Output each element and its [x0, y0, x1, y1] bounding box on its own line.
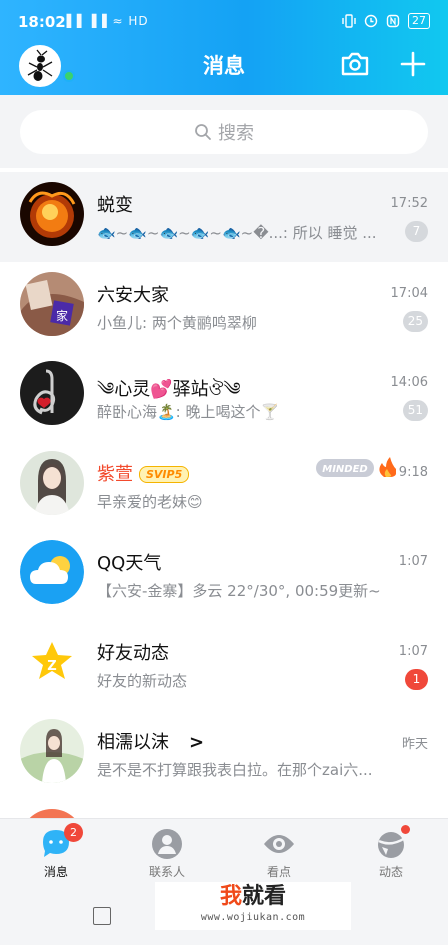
tab-label: 联系人: [148, 865, 185, 879]
conversation-row[interactable]: 紫萱 SVIP5 MINDED 早亲爱的老妹😊 9:18: [0, 440, 448, 530]
conversation-name: 好友动态: [97, 642, 169, 664]
camera-icon: [341, 52, 369, 76]
friends-feed-star-icon: Z: [32, 641, 72, 679]
vip-contact-name: 紫萱: [97, 463, 133, 485]
contact-avatar: [20, 540, 84, 604]
nfc-icon: [386, 14, 400, 28]
tab-label: 看点: [266, 865, 291, 879]
conversation-preview: 早亲爱的老妹😊: [97, 492, 203, 511]
conversation-row[interactable]: Z 好友动态 好友的新动态 1:07 1: [0, 619, 448, 709]
unread-badge: 7: [405, 221, 428, 242]
chevron-right-icon: >: [189, 732, 205, 753]
unread-badge: 51: [402, 400, 428, 421]
signal-icon: ▐▐ ▐▐ ≈ HD: [62, 14, 149, 28]
conversation-name: QQ天气: [97, 553, 162, 574]
conversation-row[interactable]: [0, 798, 448, 818]
group-avatar-icon: 家: [20, 271, 84, 336]
battery-indicator: 27: [408, 13, 430, 29]
conversation-preview: 好友的新动态: [97, 671, 188, 690]
conversation-preview: 【六安-金寨】多云 22°/30°, 00:59更新~: [97, 582, 381, 600]
tab-feed[interactable]: 动态: [356, 823, 426, 881]
svg-text:家: 家: [56, 308, 68, 323]
camera-button[interactable]: [340, 51, 370, 77]
conversation-time: 1:07: [398, 643, 428, 659]
svip-badge: SVIP5: [139, 465, 190, 483]
unread-badge: 1: [405, 668, 428, 690]
conversation-time: 17:04: [390, 285, 428, 301]
contact-avatar: [20, 808, 84, 818]
conversation-row[interactable]: ༄心灵💕驿站ঔ༄ 醉卧心海🏝️: 晚上喝这个🍸 14:06 51: [0, 351, 448, 441]
status-bar: 18:02 ▐▐ ▐▐ ≈ HD 27: [0, 0, 448, 44]
conversation-preview: 醉卧心海🏝️: 晚上喝这个🍸: [97, 403, 280, 421]
status-right: 27: [342, 13, 430, 29]
search-area: 搜索: [0, 95, 448, 168]
medal-label: MINDED: [322, 464, 367, 475]
status-time: 18:02: [18, 13, 66, 31]
watermark-url: www.wojiukan.com: [200, 912, 306, 923]
watermark-brand-rest: 就看: [242, 884, 287, 909]
conversation-preview: 小鱼儿: 两个黄鹂鸣翠柳: [97, 313, 257, 332]
bottom-tab-bar: 消息 2 联系人 看点 动态: [0, 818, 448, 880]
search-placeholder: 搜索: [218, 123, 254, 144]
top-header: 18:02 ▐▐ ▐▐ ≈ HD 27 消息: [0, 0, 448, 95]
add-button[interactable]: [399, 50, 427, 78]
unread-badge: 25: [402, 310, 428, 332]
contacts-tab-icon: [152, 829, 182, 859]
conversation-row[interactable]: QQ天气 【六安-金寨】多云 22°/30°, 00:59更新~ 1:07: [0, 530, 448, 620]
conversation-row[interactable]: 相濡以沫 > 是不是不打算跟我表白拉。在那个zai六... 昨天: [0, 709, 448, 799]
search-icon: [195, 124, 211, 140]
conversation-time: 17:52: [390, 196, 428, 211]
fire-sphere-avatar-icon: [20, 182, 84, 246]
recents-button[interactable]: [93, 907, 111, 925]
tab-messages[interactable]: 消息 2: [21, 823, 91, 881]
contact-avatar: [20, 182, 84, 246]
conversation-time: 9:18: [398, 464, 428, 480]
vibrate-icon: [342, 14, 356, 28]
tab-label: 动态: [378, 865, 403, 879]
conversation-time: 1:07: [398, 554, 428, 569]
contact-avatar: [20, 450, 84, 515]
watermark-brand: 我就看: [155, 882, 351, 912]
site-watermark: 我就看 www.wojiukan.com: [155, 882, 351, 930]
girl-field-avatar-icon: [20, 719, 84, 783]
contact-avatar: [20, 719, 84, 783]
search-input[interactable]: 搜索: [20, 110, 428, 154]
conversation-row[interactable]: 蜕变 🐟~🐟~🐟~🐟~🐟~�...: 所以 睡觉 ... 17:52 7: [0, 172, 448, 262]
conversation-preview: 🐟~🐟~🐟~🐟~🐟~�...: 所以 睡觉 ...: [97, 224, 377, 242]
girl-avatar-icon: [20, 450, 84, 515]
contact-avatar: 家: [20, 271, 84, 336]
contact-avatar: [20, 361, 84, 425]
conversation-row[interactable]: 家 六安大家 小鱼儿: 两个黄鹂鸣翠柳 17:04 25: [0, 261, 448, 351]
conversation-name: 蜕变: [97, 195, 133, 216]
conversation-name-text: 相濡以沫: [97, 732, 169, 753]
weather-icon: [20, 540, 84, 604]
alarm-icon: [364, 14, 378, 28]
conversation-list: 蜕变 🐟~🐟~🐟~🐟~🐟~�...: 所以 睡觉 ... 17:52 7 家 六…: [0, 172, 448, 818]
conversation-name: 六安大家: [97, 284, 169, 306]
svg-text:Z: Z: [47, 659, 56, 674]
tab-unread-badge: 2: [64, 823, 83, 842]
tab-contacts[interactable]: 联系人: [132, 823, 202, 881]
conversation-time: 14:06: [390, 375, 428, 390]
conversation-preview: 是不是不打算跟我表白拉。在那个zai六...: [97, 761, 373, 779]
plus-icon: [400, 51, 426, 77]
tab-discover[interactable]: 看点: [244, 823, 314, 881]
mind-medal-icon: MINDED: [316, 456, 396, 477]
music-heart-avatar-icon: [20, 361, 84, 425]
tab-label: 消息: [43, 865, 68, 879]
conversation-name: 紫萱 SVIP5: [97, 460, 190, 486]
eye-tab-icon: [264, 835, 294, 853]
contact-avatar: Z: [20, 629, 84, 694]
conversation-time: 昨天: [401, 737, 428, 752]
page-title: 消息: [203, 54, 245, 78]
tab-new-dot: [401, 825, 410, 834]
conversation-name: 相濡以沫 >: [97, 728, 204, 754]
watermark-brand-first: 我: [219, 884, 242, 909]
